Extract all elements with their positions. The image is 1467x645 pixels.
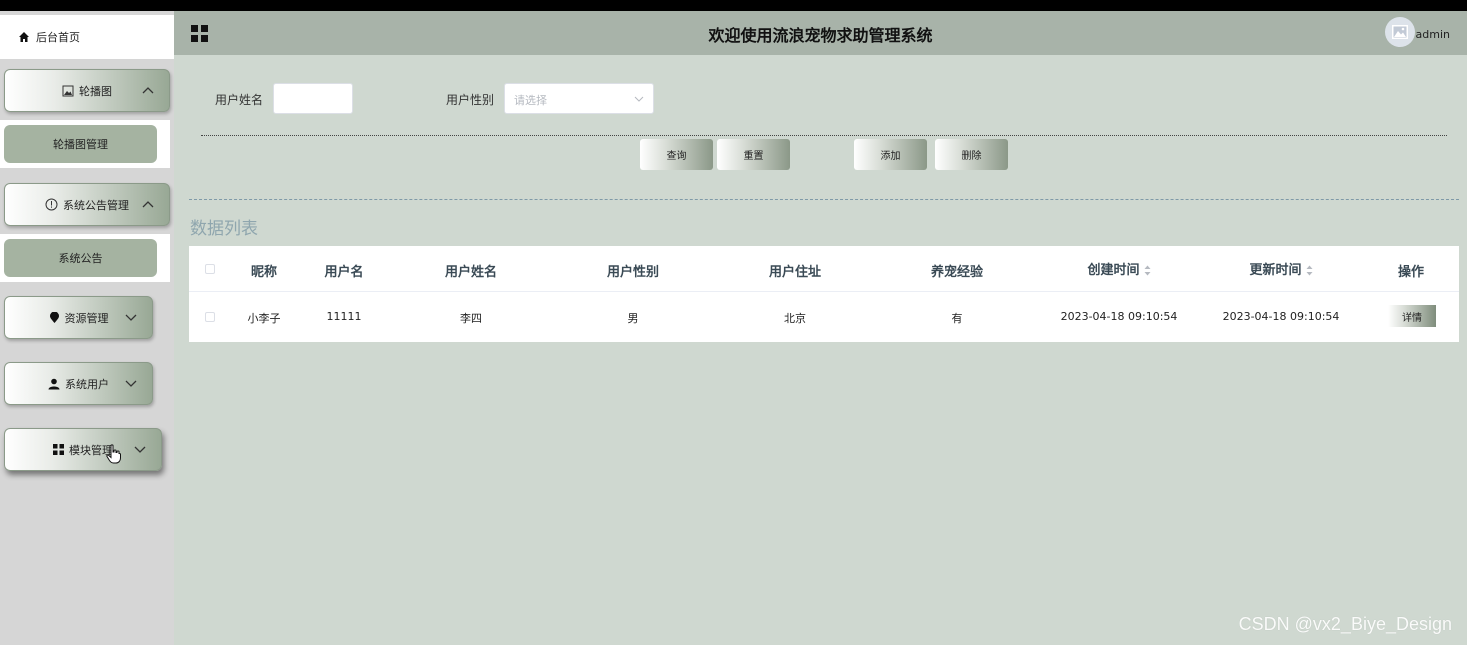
watermark: CSDN @vx2_Biye_Design [1238,614,1452,634]
page-title: 欢迎使用流浪宠物求助管理系统 [708,26,933,45]
sidebar-menu-system-user[interactable]: 系统用户 [4,362,153,405]
submenu-announcement: 系统公告 [0,234,170,282]
sidebar-item-home[interactable]: 后台首页 [0,15,174,59]
column-header-updated[interactable]: 更新时间 [1221,259,1341,278]
home-label: 后台首页 [36,31,80,44]
cell-experience: 有 [951,312,963,325]
column-header: 用户性别 [606,265,659,280]
table-row: 小李子 11111 李四 男 北京 有 2023-04-18 09:10:54 … [189,292,1459,342]
menu-label-announcement: 系统公告管理 [63,198,129,212]
image-icon [62,85,74,97]
add-button[interactable]: 添加 [854,139,927,170]
submenu-carousel: 轮播图管理 [0,120,170,168]
query-button[interactable]: 查询 [640,139,713,170]
column-header: 操作 [1397,265,1424,280]
sort-icon[interactable] [1306,265,1313,276]
name-search-input[interactable] [273,83,353,114]
submenu-label: 轮播图管理 [53,138,108,151]
avatar[interactable] [1385,17,1415,47]
column-header: 养宠经验 [930,265,983,280]
sidebar-menu-module[interactable]: 模块管理 [4,428,162,471]
chevron-up-icon [142,201,154,208]
cell-address: 北京 [784,312,806,325]
location-pin-icon [49,311,60,324]
gender-select-placeholder: 请选择 [514,94,547,107]
top-black-bar [0,0,1467,11]
chevron-up-icon [142,87,154,94]
sort-icon[interactable] [1144,265,1151,276]
gender-select[interactable]: 请选择 [504,83,654,114]
column-header: 用户住址 [768,265,821,280]
column-header: 用户姓名 [444,265,497,280]
cell-updated: 2023-04-18 09:10:54 [1222,310,1340,323]
username[interactable]: admin [1416,28,1450,41]
home-icon [19,32,29,42]
menu-label-resource: 资源管理 [64,311,109,325]
header: 欢迎使用流浪宠物求助管理系统 admin [174,11,1467,55]
gender-search-label: 用户性别 [446,93,495,107]
chevron-down-icon [134,446,146,453]
image-placeholder-icon [1392,25,1408,39]
data-table: 昵称 用户名 用户姓名 用户性别 用户住址 养宠经验 创建时间 更新时间 操作 … [189,246,1459,342]
chevron-down-icon [125,314,137,321]
column-header-created[interactable]: 创建时间 [1059,259,1179,278]
grid-icon [53,444,64,455]
select-all-checkbox[interactable] [205,264,215,274]
delete-button[interactable]: 删除 [935,139,1008,170]
chevron-down-icon [125,380,137,387]
list-title: 数据列表 [190,219,258,239]
sidebar: 后台首页 轮播图 轮播图管理 系统公告管理 系统公告 资源管理 系统用户 模块管… [0,11,174,645]
row-checkbox[interactable] [205,312,215,322]
sidebar-menu-carousel[interactable]: 轮播图 [4,69,170,112]
column-header: 昵称 [250,265,277,280]
cell-name: 李四 [460,312,482,325]
column-header-label: 更新时间 [1249,263,1302,278]
column-header-label: 创建时间 [1087,263,1140,278]
chevron-down-icon [634,96,644,102]
submenu-item-carousel-manage[interactable]: 轮播图管理 [4,125,157,163]
info-circle-icon [45,198,58,211]
submenu-item-announcement[interactable]: 系统公告 [4,239,157,277]
hand-cursor-icon [106,444,121,464]
table-header-row: 昵称 用户名 用户姓名 用户性别 用户住址 养宠经验 创建时间 更新时间 操作 [189,246,1459,292]
name-search-label: 用户姓名 [215,93,264,107]
menu-label-system-user: 系统用户 [65,377,109,391]
cell-nickname: 小李子 [247,312,281,325]
column-header: 用户名 [324,265,364,280]
search-divider [201,135,1447,136]
sidebar-menu-announcement[interactable]: 系统公告管理 [4,183,170,226]
detail-button[interactable]: 详情 [1388,305,1436,327]
submenu-label: 系统公告 [58,252,103,265]
user-icon [48,378,60,390]
section-divider [189,199,1459,200]
cell-gender: 男 [627,312,639,325]
menu-label-carousel: 轮播图 [79,84,112,98]
cell-created: 2023-04-18 09:10:54 [1060,310,1178,323]
cell-username: 11111 [326,310,362,323]
reset-button[interactable]: 重置 [717,139,790,170]
sidebar-menu-resource[interactable]: 资源管理 [4,296,153,339]
